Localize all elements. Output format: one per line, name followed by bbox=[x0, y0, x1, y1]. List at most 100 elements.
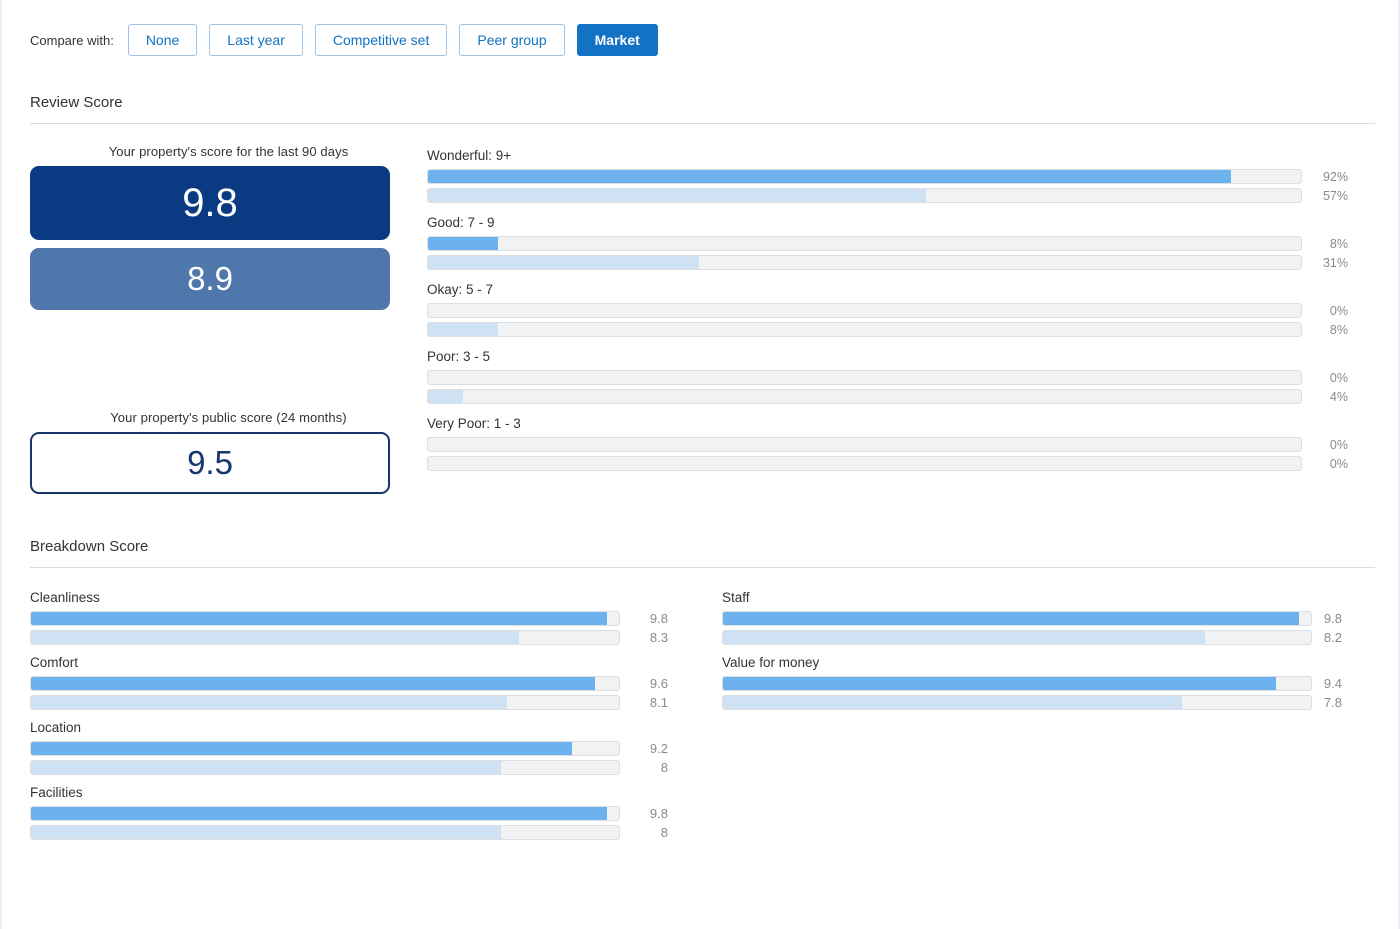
public-score-card: 9.5 bbox=[30, 432, 390, 494]
market-bar-track bbox=[427, 456, 1302, 471]
distribution-label: Okay: 5 - 7 bbox=[427, 282, 494, 297]
distribution-percent: 0% bbox=[1329, 437, 1348, 452]
market-bar-fill bbox=[428, 256, 699, 269]
breakdown-value: 8.2 bbox=[1323, 630, 1342, 645]
market-bar-fill bbox=[31, 826, 502, 839]
property-bar-fill bbox=[31, 677, 596, 690]
market-bar-fill bbox=[428, 189, 926, 202]
breakdown-item: Value for money 9.4 7.8 bbox=[722, 655, 1400, 710]
property-bar-track bbox=[722, 611, 1312, 626]
market-bar-track bbox=[30, 760, 620, 775]
breakdown-value: 9.2 bbox=[649, 741, 668, 756]
breakdown-item: Location 9.2 8 bbox=[30, 720, 722, 775]
breakdown-score-body: Cleanliness 9.8 8.3 Comfort 9.6 8.1 Location 9.… bbox=[2, 590, 1398, 850]
breakdown-value: 9.8 bbox=[1323, 611, 1342, 626]
market-bar-fill bbox=[31, 696, 508, 709]
distribution-row: 92% bbox=[427, 169, 1372, 184]
breakdown-value: 9.6 bbox=[649, 676, 668, 691]
breakdown-value: 9.8 bbox=[649, 611, 668, 626]
breakdown-value: 9.8 bbox=[649, 806, 668, 821]
property-bar-fill bbox=[31, 612, 608, 625]
breakdown-item: Comfort 9.6 8.1 bbox=[30, 655, 722, 710]
market-bar-track bbox=[722, 695, 1312, 710]
compare-option-last-year[interactable]: Last year bbox=[209, 24, 303, 56]
compare-button-group: None Last year Competitive set Peer group Ma… bbox=[127, 24, 658, 56]
market-bar-track bbox=[30, 695, 620, 710]
breakdown-row: 8 bbox=[30, 760, 722, 775]
property-bar-fill bbox=[31, 742, 572, 755]
breakdown-value: 8.1 bbox=[649, 695, 668, 710]
review-score-section-header: Review Score bbox=[30, 94, 1375, 124]
property-bar-track bbox=[30, 676, 620, 691]
market-bar-fill bbox=[31, 761, 502, 774]
distribution-group: Good: 7 - 9 8% 31% bbox=[427, 215, 1372, 270]
distribution-row: 0% bbox=[427, 303, 1372, 318]
breakdown-row: 9.8 bbox=[30, 611, 722, 626]
market-bar-fill bbox=[428, 390, 463, 403]
property-bar-track bbox=[30, 806, 620, 821]
distribution-row: 0% bbox=[427, 437, 1372, 452]
market-bar-track bbox=[427, 389, 1302, 404]
breakdown-column-left: Cleanliness 9.8 8.3 Comfort 9.6 8.1 Location 9.… bbox=[30, 590, 722, 850]
distribution-percent: 8% bbox=[1329, 236, 1348, 251]
breakdown-item: Cleanliness 9.8 8.3 bbox=[30, 590, 722, 645]
breakdown-row: 7.8 bbox=[722, 695, 1400, 710]
breakdown-score-title: Breakdown Score bbox=[30, 538, 149, 555]
distribution-percent: 8% bbox=[1329, 322, 1348, 337]
market-bar-fill bbox=[723, 696, 1182, 709]
breakdown-item: Staff 9.8 8.2 bbox=[722, 590, 1400, 645]
property-bar-fill bbox=[31, 807, 608, 820]
distribution-percent: 0% bbox=[1329, 370, 1348, 385]
distribution-row: 4% bbox=[427, 389, 1372, 404]
market-bar-track bbox=[427, 322, 1302, 337]
distribution-label: Good: 7 - 9 bbox=[427, 215, 495, 230]
property-bar-fill bbox=[723, 677, 1276, 690]
compare-with-label: Compare with: bbox=[30, 32, 114, 48]
breakdown-item: Facilities 9.8 8 bbox=[30, 785, 722, 840]
property-bar-track bbox=[30, 741, 620, 756]
market-bar-track bbox=[427, 188, 1302, 203]
breakdown-label: Location bbox=[30, 720, 82, 735]
market-bar-fill bbox=[428, 323, 498, 336]
property-bar-track bbox=[427, 236, 1302, 251]
breakdown-label: Facilities bbox=[30, 785, 83, 800]
distribution-percent: 4% bbox=[1329, 389, 1348, 404]
breakdown-label: Value for money bbox=[722, 655, 820, 670]
breakdown-value: 8 bbox=[660, 760, 668, 775]
distribution-group: Wonderful: 9+ 92% 57% bbox=[427, 148, 1372, 203]
property-bar-track bbox=[427, 370, 1302, 385]
compare-option-competitive-set[interactable]: Competitive set bbox=[314, 24, 448, 56]
section-divider bbox=[30, 123, 1375, 124]
breakdown-row: 8.2 bbox=[722, 630, 1400, 645]
breakdown-column-right: Staff 9.8 8.2 Value for money 9.4 7.8 bbox=[722, 590, 1400, 850]
breakdown-row: 8.3 bbox=[30, 630, 722, 645]
compare-option-peer-group[interactable]: Peer group bbox=[459, 24, 565, 56]
distribution-group: Very Poor: 1 - 3 0% 0% bbox=[427, 416, 1372, 471]
breakdown-score-section-header: Breakdown Score bbox=[30, 538, 1375, 568]
property-bar-track bbox=[427, 303, 1302, 318]
market-score-card: 8.9 bbox=[30, 248, 390, 310]
review-dashboard-page: Compare with: None Last year Competitive s… bbox=[0, 0, 1400, 929]
market-bar-track bbox=[722, 630, 1312, 645]
property-bar-fill bbox=[428, 170, 1232, 183]
market-bar-fill bbox=[723, 631, 1206, 644]
distribution-label: Wonderful: 9+ bbox=[427, 148, 512, 163]
distribution-row: 57% bbox=[427, 188, 1372, 203]
distribution-group: Poor: 3 - 5 0% 4% bbox=[427, 349, 1372, 404]
breakdown-row: 9.8 bbox=[722, 611, 1400, 626]
distribution-row: 8% bbox=[427, 322, 1372, 337]
review-score-title: Review Score bbox=[30, 94, 123, 111]
distribution-row: 31% bbox=[427, 255, 1372, 270]
breakdown-value: 7.8 bbox=[1323, 695, 1342, 710]
distribution-row: 8% bbox=[427, 236, 1372, 251]
breakdown-row: 8 bbox=[30, 825, 722, 840]
property-bar-fill bbox=[723, 612, 1300, 625]
market-bar-track bbox=[427, 255, 1302, 270]
distribution-percent: 0% bbox=[1329, 456, 1348, 471]
compare-option-none[interactable]: None bbox=[127, 24, 198, 56]
breakdown-row: 8.1 bbox=[30, 695, 722, 710]
distribution-percent: 92% bbox=[1322, 169, 1348, 184]
distribution-label: Very Poor: 1 - 3 bbox=[427, 416, 521, 431]
property-bar-track bbox=[30, 611, 620, 626]
compare-option-market[interactable]: Market bbox=[576, 24, 658, 56]
